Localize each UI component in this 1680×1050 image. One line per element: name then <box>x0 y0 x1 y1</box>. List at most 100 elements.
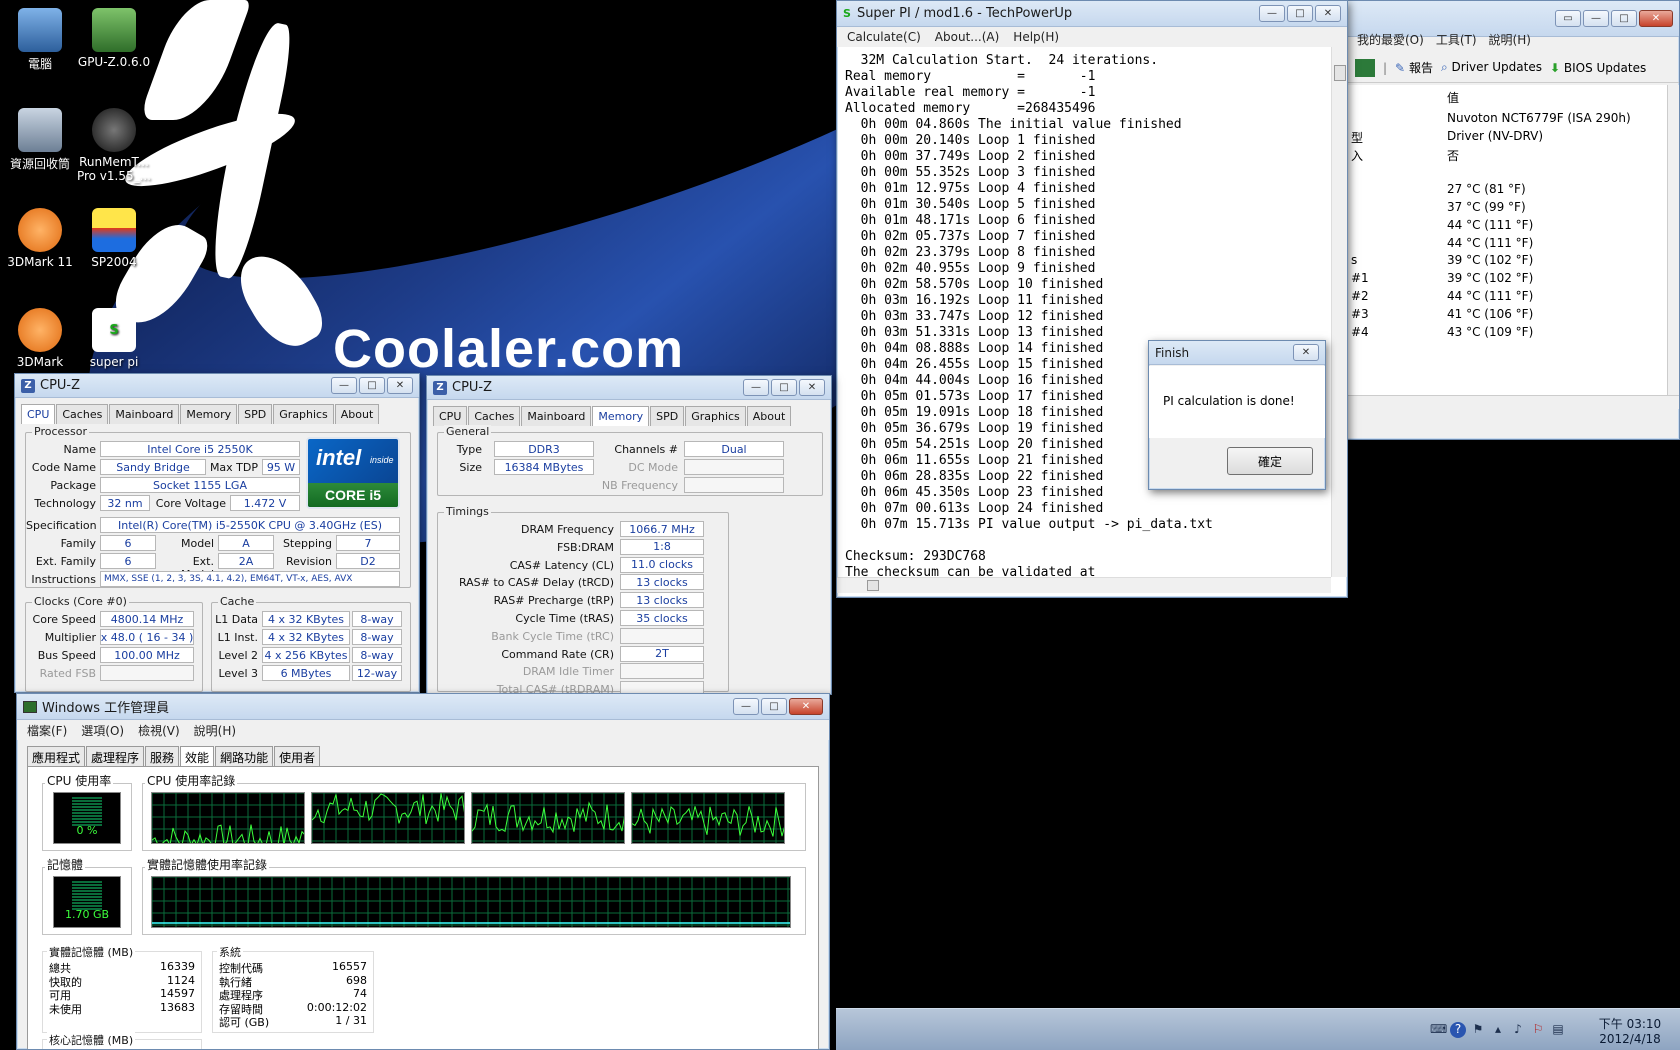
maximize-button[interactable]: □ <box>761 698 787 715</box>
meter-segment <box>72 881 102 883</box>
vertical-scrollbar[interactable] <box>1667 85 1679 395</box>
horizontal-scrollbar[interactable] <box>1347 395 1679 409</box>
desktop-icon-runmemtest[interactable]: RunMemT... Pro v1.55_... <box>74 108 154 183</box>
minimize-button[interactable]: — <box>733 698 759 715</box>
menu-item-options[interactable]: 選項(O) <box>81 722 124 739</box>
task-manager-window[interactable]: Windows 工作管理員 — □ ✕ 檔案(F) 選項(O) 檢視(V) 說明… <box>16 693 830 1050</box>
instructions-value: MMX, SSE (1, 2, 3, 3S, 4.1, 4.2), EM64T,… <box>100 571 400 587</box>
tab-caches[interactable]: Caches <box>468 406 521 426</box>
tab-mainboard[interactable]: Mainboard <box>109 404 180 424</box>
cpuz-cpu-window[interactable]: Z CPU-Z — □ ✕ CPU Caches Mainboard Memor… <box>14 373 420 693</box>
network-icon[interactable]: ▤ <box>1550 1022 1566 1038</box>
size-label: Size <box>459 461 482 474</box>
menu-item-file[interactable]: 檔案(F) <box>27 722 67 739</box>
superpi-output-area[interactable]: 32M Calculation Start. 24 iterations. Re… <box>837 47 1331 577</box>
tab-memory[interactable]: Memory <box>592 406 650 426</box>
tab-about[interactable]: About <box>746 406 792 426</box>
menu-item-about[interactable]: About...(A) <box>935 30 1000 44</box>
report-button[interactable]: ✎ 報告 <box>1395 59 1433 76</box>
maximize-button[interactable]: □ <box>359 377 385 394</box>
type-value: DDR3 <box>494 441 594 457</box>
menu-item-favorites[interactable]: 我的最愛(O) <box>1357 31 1424 48</box>
volume-icon[interactable]: ♪ <box>1510 1022 1526 1038</box>
monitor-icon[interactable] <box>1355 58 1375 77</box>
tab-processes[interactable]: 處理程序 <box>86 746 145 768</box>
minimize-button[interactable]: — <box>743 379 769 396</box>
tab-mainboard[interactable]: Mainboard <box>521 406 592 426</box>
tab-graphics[interactable]: Graphics <box>273 404 334 424</box>
tab-caches[interactable]: Caches <box>56 404 109 424</box>
menu-item-help[interactable]: 說明(H) <box>1489 31 1531 48</box>
keyboard-icon[interactable]: ⌨ <box>1430 1022 1447 1038</box>
scrollbar-thumb[interactable] <box>1334 65 1346 81</box>
close-button[interactable]: ✕ <box>789 698 823 715</box>
tab-performance[interactable]: 效能 <box>180 746 215 768</box>
menu-item-calculate[interactable]: Calculate(C) <box>847 30 921 44</box>
close-button[interactable]: ✕ <box>799 379 825 396</box>
menu-item-tools[interactable]: 工具(T) <box>1436 31 1477 48</box>
tab-networking[interactable]: 網路功能 <box>215 746 274 768</box>
bios-updates-button[interactable]: ⬇ BIOS Updates <box>1550 61 1646 75</box>
tab-applications[interactable]: 應用程式 <box>27 746 86 768</box>
maximize-button[interactable]: □ <box>771 379 797 396</box>
desktop-icon-sp2004[interactable]: SP2004 <box>74 208 154 269</box>
column-header-value[interactable]: 值 <box>1447 89 1459 106</box>
close-button[interactable]: ✕ <box>1315 5 1341 22</box>
tab-spd[interactable]: SPD <box>238 404 273 424</box>
timing-label: Bank Cycle Time (tRC) <box>491 629 614 643</box>
desktop-icon-gpuz[interactable]: GPU-Z.0.6.0 <box>74 8 154 69</box>
tab-cpu[interactable]: CPU <box>21 404 56 424</box>
minimize-button[interactable]: — <box>331 377 357 394</box>
tree-row-value: 44 °C (111 °F) <box>1447 289 1534 303</box>
menu-item-help[interactable]: Help(H) <box>1013 30 1059 44</box>
tab-spd[interactable]: SPD <box>650 406 685 426</box>
tab-users[interactable]: 使用者 <box>274 746 321 768</box>
superpi-window[interactable]: S Super PI / mod1.6 - TechPowerUp — □ ✕ … <box>836 0 1348 598</box>
help-icon[interactable]: ? <box>1450 1022 1466 1038</box>
action-center-icon[interactable]: ⚑ <box>1470 1022 1486 1038</box>
menu-item-view[interactable]: 檢視(V) <box>138 722 180 739</box>
tab-about[interactable]: About <box>334 404 380 424</box>
cpuz-memory-window[interactable]: Z CPU-Z — □ ✕ CPU Caches Mainboard Memor… <box>426 375 832 695</box>
tab-services[interactable]: 服務 <box>145 746 180 768</box>
finish-dialog[interactable]: Finish ✕ PI calculation is done! 確定 <box>1148 340 1326 490</box>
flag-icon[interactable]: ⚐ <box>1530 1022 1546 1038</box>
hwmonitor-window[interactable]: ▭ — □ ✕ 我的最愛(O) 工具(T) 說明(H) | ✎ 報告 ⌕ Dri… <box>1346 0 1680 440</box>
close-button[interactable]: ✕ <box>1293 344 1319 361</box>
tab-graphics[interactable]: Graphics <box>685 406 746 426</box>
driver-updates-button[interactable]: ⌕ Driver Updates <box>1441 60 1542 75</box>
stat-key: 認可 (GB) <box>219 1016 270 1029</box>
restore-button[interactable]: ▭ <box>1555 10 1581 27</box>
ok-button[interactable]: 確定 <box>1227 447 1313 475</box>
clocks-group: Clocks (Core #0) Core Speed 4800.14 MHz … <box>25 595 203 692</box>
menu-item-help[interactable]: 說明(H) <box>194 722 236 739</box>
tree-row-value: 39 °C (102 °F) <box>1447 253 1534 268</box>
meter-segment <box>72 797 102 799</box>
desktop-icon-superpi[interactable]: S super pi <box>74 308 154 369</box>
minimize-button[interactable]: — <box>1583 10 1609 27</box>
scrollbar-thumb[interactable] <box>867 580 879 591</box>
3dmark-icon <box>18 208 62 252</box>
tab-cpu[interactable]: CPU <box>433 406 468 426</box>
vertical-scrollbar[interactable] <box>1331 47 1347 577</box>
close-button[interactable]: ✕ <box>387 377 413 394</box>
chevron-up-icon[interactable]: ▴ <box>1490 1022 1506 1038</box>
performance-panel: CPU 使用率 0 % CPU 使用率記錄 記憶體 1.70 GB 實體記憶體使… <box>27 766 819 1049</box>
codename-value: Sandy Bridge <box>100 459 206 475</box>
close-button[interactable]: ✕ <box>1639 10 1673 27</box>
horizontal-scrollbar[interactable] <box>837 577 1331 593</box>
desktop-icon-computer[interactable]: 電腦 <box>0 8 80 72</box>
desktop-icon-recycle-bin[interactable]: 資源回收筒 <box>0 108 80 172</box>
tab-memory[interactable]: Memory <box>180 404 238 424</box>
voltage-value: 1.472 V <box>230 495 300 511</box>
desktop-icon-3dmark11[interactable]: 3DMark 11 <box>0 208 80 269</box>
desktop-icon-3dmark[interactable]: 3DMark <box>0 308 80 369</box>
tree-row-value: 41 °C (106 °F) <box>1447 306 1534 321</box>
hwmonitor-tree[interactable]: 值 Nuvoton NCT6779F (ISA 290h) 型 Driver (NV… <box>1347 85 1667 395</box>
nbfreq-value <box>684 477 784 493</box>
maximize-button[interactable]: □ <box>1611 10 1637 27</box>
tree-row-label: 型 <box>1351 130 1364 145</box>
maximize-button[interactable]: □ <box>1287 5 1313 22</box>
clock[interactable]: 下午 03:10 2012/4/18 <box>1590 1015 1670 1046</box>
minimize-button[interactable]: — <box>1259 5 1285 22</box>
